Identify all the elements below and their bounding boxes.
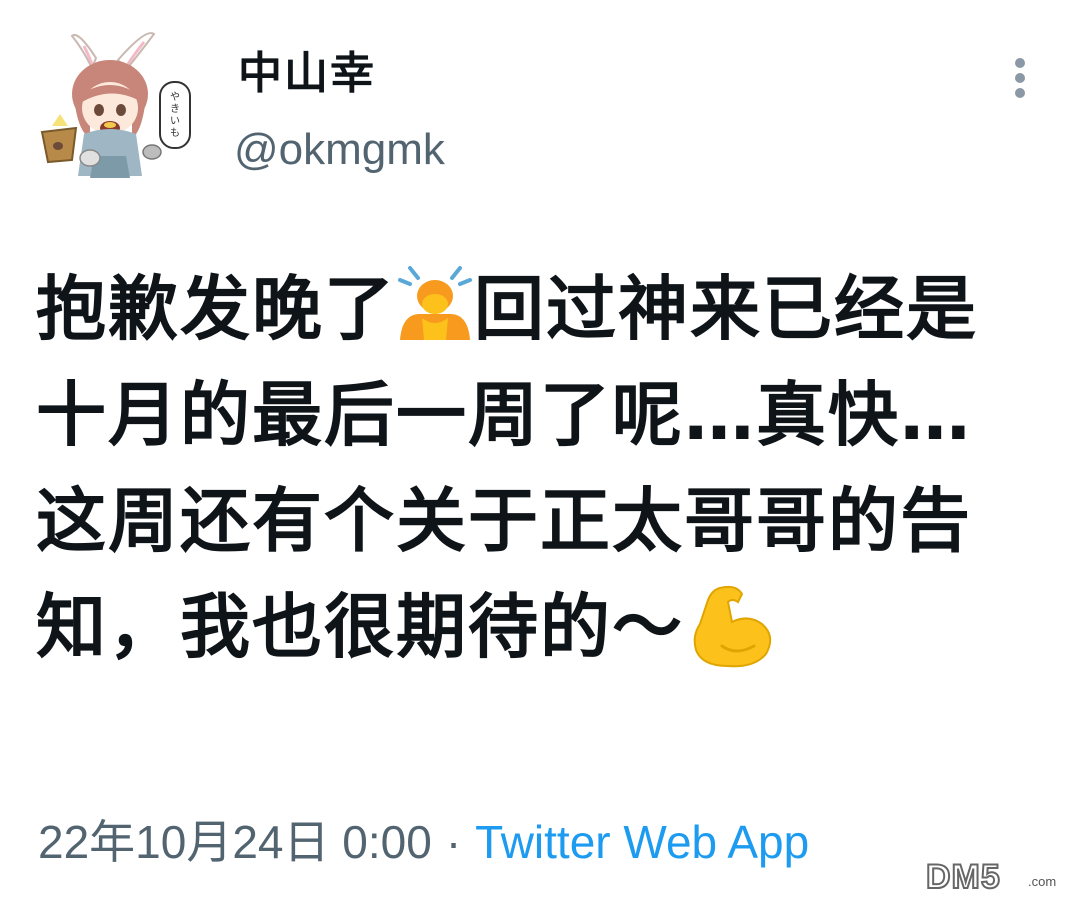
meta-separator: ·	[445, 816, 462, 868]
tweet-text-segment: 这周还有个关于正太哥哥的告	[36, 480, 972, 562]
more-vertical-icon-dot	[1015, 73, 1025, 83]
svg-text:き: き	[170, 103, 180, 115]
tweet-text: 抱歉发晚了 回过神来已经是 十月的最后一周了呢…真快… 这周还有个关于正太哥哥的…	[36, 256, 1036, 680]
svg-text:や: や	[170, 91, 180, 103]
tweet-line: 这周还有个关于正太哥哥的告	[36, 468, 1036, 574]
timestamp[interactable]: 22年10月24日 0:00	[38, 816, 432, 868]
avatar-illustration: や き い も	[40, 32, 191, 178]
svg-text:も: も	[170, 127, 180, 139]
tweet-text-segment: 十月的最后一周了呢…真快…	[36, 374, 972, 456]
tweet-line: 抱歉发晚了 回过神来已经是	[36, 256, 1036, 362]
tweet-line: 知，我也很期待的～	[36, 574, 1036, 680]
display-name[interactable]: 中山幸	[238, 44, 376, 104]
more-options-button[interactable]	[1000, 52, 1040, 104]
tweet-text-segment: 抱歉发晚了	[36, 268, 396, 350]
watermark-suffix: .com	[1028, 874, 1056, 889]
more-vertical-icon-dot	[1015, 88, 1025, 98]
site-watermark: DM5 .com	[924, 852, 1070, 897]
tweet-meta: 22年10月24日 0:00 · Twitter Web App	[38, 812, 809, 872]
more-vertical-icon	[1015, 58, 1025, 68]
svg-text:い: い	[170, 116, 180, 127]
tweet-line: 十月的最后一周了呢…真快…	[36, 362, 1036, 468]
avatar[interactable]: や き い も	[38, 28, 200, 190]
source-link[interactable]: Twitter Web App	[475, 816, 809, 868]
watermark-text: DM5	[926, 858, 1001, 896]
user-handle[interactable]: @okmgmk	[234, 120, 445, 180]
tweet-text-segment: 回过神来已经是	[474, 268, 978, 350]
person-bowing-emoji	[396, 262, 474, 344]
tweet-text-segment: 知，我也很期待的～	[36, 586, 684, 668]
tweet-card: や き い も 中山幸 @okmgmk 抱歉发晚了 回过神来已经是 十月的最后一…	[0, 0, 1080, 905]
flexed-biceps-emoji	[692, 584, 776, 670]
